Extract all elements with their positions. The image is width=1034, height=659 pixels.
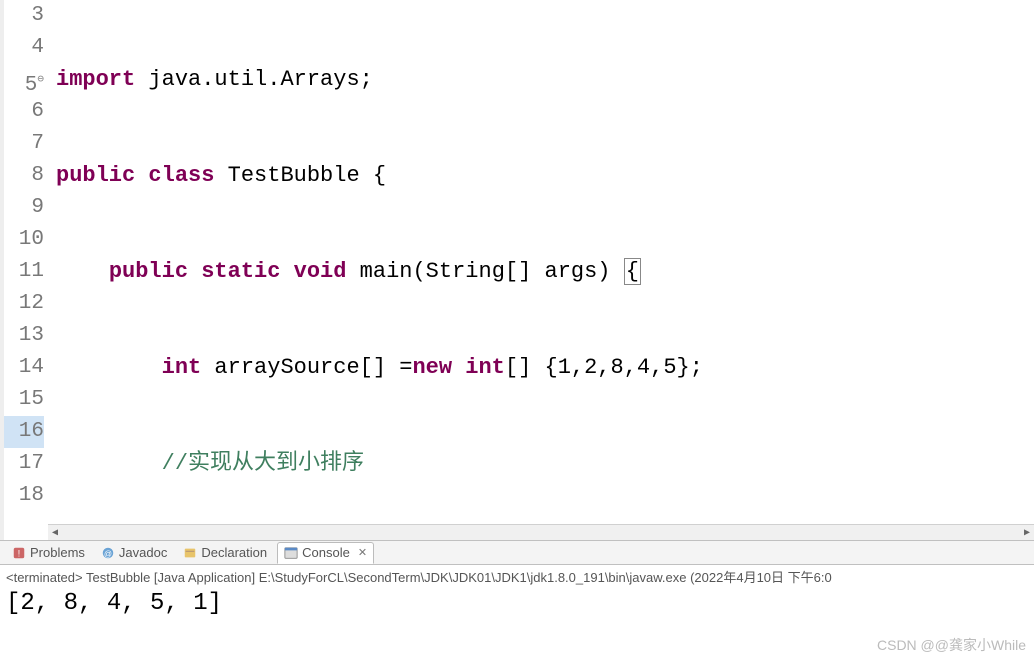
matching-brace: {: [624, 258, 641, 285]
horizontal-scrollbar[interactable]: ◀ ▶: [48, 524, 1034, 540]
line-number: 5⊖: [4, 64, 44, 96]
code-line: public class TestBubble {: [56, 160, 1034, 192]
scroll-right-icon[interactable]: ▶: [1020, 526, 1034, 540]
code-area[interactable]: import java.util.Arrays; public class Te…: [52, 0, 1034, 540]
close-icon[interactable]: ✕: [358, 546, 367, 559]
problems-icon: !: [12, 546, 26, 560]
line-number: 15: [4, 384, 44, 416]
code-line: import java.util.Arrays;: [56, 64, 1034, 96]
fold-marker-icon[interactable]: ⊖: [37, 74, 44, 86]
line-number: 8: [4, 160, 44, 192]
tab-javadoc[interactable]: @ Javadoc: [95, 542, 173, 564]
code-line: public static void main(String[] args) {: [56, 256, 1034, 288]
line-number-gutter: 3 4 5⊖ 6 7 8 9 10 11 12 13 14 15 16 17 1…: [4, 0, 52, 540]
line-number: 6: [4, 96, 44, 128]
bottom-tabs-bar: ! Problems @ Javadoc Declaration Console…: [0, 540, 1034, 564]
svg-text:!: !: [18, 548, 20, 558]
line-number: 11: [4, 256, 44, 288]
line-number: 16: [4, 416, 44, 448]
svg-text:@: @: [104, 549, 112, 558]
line-number: 14: [4, 352, 44, 384]
line-number: 17: [4, 448, 44, 480]
tab-declaration[interactable]: Declaration: [177, 542, 273, 564]
line-number: 18: [4, 480, 44, 512]
console-icon: [284, 546, 298, 560]
console-header: <terminated> TestBubble [Java Applicatio…: [0, 565, 1034, 588]
code-line: int arraySource[] =new int[] {1,2,8,4,5}…: [56, 352, 1034, 384]
tab-label: Declaration: [201, 545, 267, 560]
line-number: 3: [4, 0, 44, 32]
declaration-icon: [183, 546, 197, 560]
code-line: //实现从大到小排序: [56, 448, 1034, 480]
code-editor[interactable]: 3 4 5⊖ 6 7 8 9 10 11 12 13 14 15 16 17 1…: [0, 0, 1034, 540]
line-number: 10: [4, 224, 44, 256]
line-number: 4: [4, 32, 44, 64]
line-number: 13: [4, 320, 44, 352]
console-view: <terminated> TestBubble [Java Applicatio…: [0, 564, 1034, 659]
line-number: 12: [4, 288, 44, 320]
tab-label: Javadoc: [119, 545, 167, 560]
tab-label: Console: [302, 545, 350, 560]
scroll-left-icon[interactable]: ◀: [48, 526, 62, 540]
tab-console[interactable]: Console ✕: [277, 542, 374, 564]
tab-problems[interactable]: ! Problems: [6, 542, 91, 564]
tab-label: Problems: [30, 545, 85, 560]
line-number: 9: [4, 192, 44, 224]
line-number: 7: [4, 128, 44, 160]
console-output[interactable]: [2, 8, 4, 5, 1]: [0, 588, 1034, 623]
javadoc-icon: @: [101, 546, 115, 560]
